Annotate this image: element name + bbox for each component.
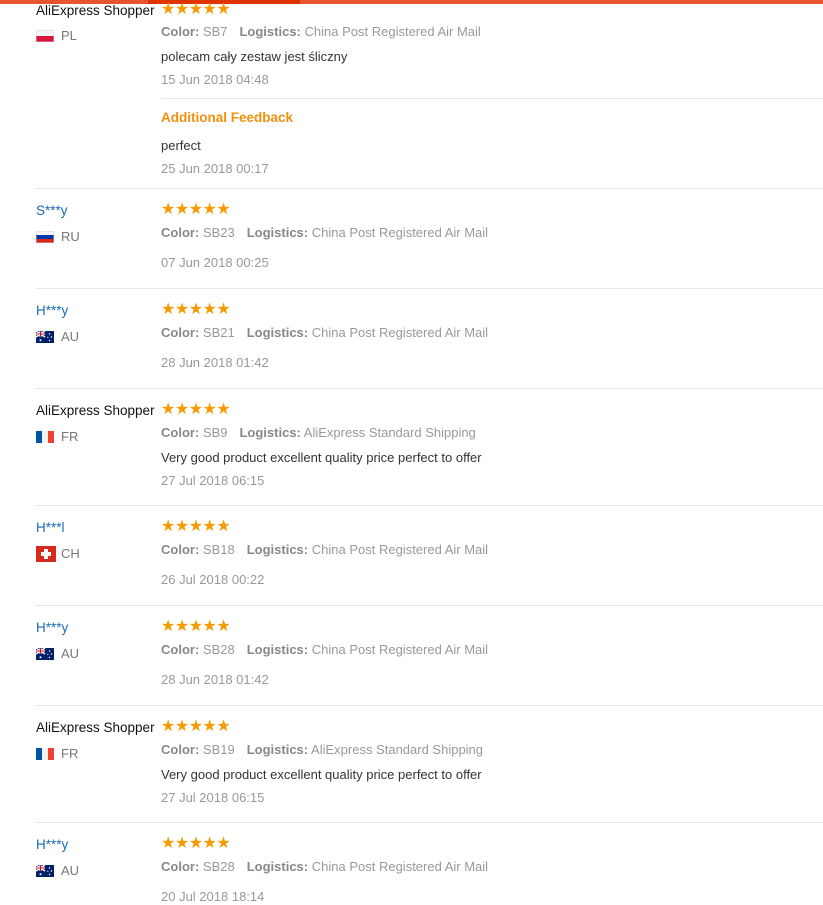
au-flag-icon — [36, 648, 54, 660]
logistics-value: China Post Registered Air Mail — [311, 225, 489, 240]
order-info: Color: SB23 Logistics: China Post Registe… — [161, 225, 489, 240]
reviewer-name[interactable]: H***y — [36, 620, 68, 636]
review-date: 27 Jul 2018 06:15 — [161, 473, 265, 488]
feedback-divider — [161, 98, 823, 99]
order-info: Color: SB19 Logistics: AliExpress Standar… — [161, 742, 484, 757]
review-text: Very good product excellent quality pric… — [161, 767, 482, 782]
star-rating: ★★★★★ — [161, 401, 231, 418]
logistics-value: China Post Registered Air Mail — [311, 859, 489, 874]
order-info: Color: SB28 Logistics: China Post Registe… — [161, 642, 489, 657]
order-info: Color: SB7 Logistics: China Post Register… — [161, 24, 481, 39]
fr-flag-icon — [36, 431, 54, 443]
review-item: AliExpress Shopper ★★★★★ FR Color: SB19 L… — [0, 706, 823, 823]
star-rating: ★★★★★ — [161, 718, 231, 735]
star-rating: ★★★★★ — [161, 201, 231, 218]
reviewer-name[interactable]: H***y — [36, 303, 68, 319]
country-code: PL — [61, 28, 77, 43]
color-value: SB9 — [202, 425, 228, 440]
star-rating: ★★★★★ — [161, 518, 231, 535]
country-code: AU — [61, 863, 80, 878]
color-value: SB23 — [202, 225, 235, 240]
star-rating: ★★★★★ — [161, 618, 231, 635]
order-info: Color: SB21 Logistics: China Post Registe… — [161, 325, 489, 340]
review-text: Very good product excellent quality pric… — [161, 450, 482, 465]
review-date: 15 Jun 2018 04:48 — [161, 72, 269, 87]
review-date: 28 Jun 2018 01:42 — [161, 355, 269, 370]
reviewer-name[interactable]: H***y — [36, 837, 68, 853]
review-date: 28 Jun 2018 01:42 — [161, 672, 269, 687]
logistics-value: AliExpress Standard Shipping — [303, 425, 476, 440]
logistics-value: AliExpress Standard Shipping — [311, 742, 484, 757]
star-rating: ★★★★★ — [161, 835, 231, 852]
review-item: AliExpress Shopper ★★★★★ PL Color: SB7 Lo… — [0, 0, 823, 189]
review-item: H***y ★★★★★ AU Color: SB28 Logistics: Chi… — [0, 606, 823, 706]
review-date: 27 Jul 2018 06:15 — [161, 790, 265, 805]
au-flag-icon — [36, 331, 54, 343]
review-text: polecam cały zestaw jest śliczny — [161, 49, 348, 64]
review-item: AliExpress Shopper ★★★★★ FR Color: SB9 Lo… — [0, 389, 823, 506]
fr-flag-icon — [36, 748, 54, 760]
country-code: CH — [61, 546, 80, 561]
color-value: SB28 — [202, 859, 235, 874]
color-value: SB28 — [202, 642, 235, 657]
order-info: Color: SB18 Logistics: China Post Registe… — [161, 542, 489, 557]
order-info: Color: SB9 Logistics: AliExpress Standard… — [161, 425, 476, 440]
reviewer-name[interactable]: H***l — [36, 520, 65, 536]
review-item: H***y ★★★★★ AU Color: SB21 Logistics: Chi… — [0, 289, 823, 389]
logistics-value: China Post Registered Air Mail — [304, 24, 481, 39]
country-code: AU — [61, 646, 80, 661]
additional-feedback-date: 25 Jun 2018 00:17 — [161, 161, 269, 176]
pl-flag-icon — [36, 30, 54, 42]
logistics-value: China Post Registered Air Mail — [311, 642, 489, 657]
logistics-value: China Post Registered Air Mail — [311, 542, 489, 557]
additional-feedback-text: perfect — [161, 138, 201, 153]
review-date: 07 Jun 2018 00:25 — [161, 255, 269, 270]
country-code: FR — [61, 746, 79, 761]
color-value: SB7 — [202, 24, 228, 39]
review-item: S***y ★★★★★ RU Color: SB23 Logistics: Chi… — [0, 189, 823, 289]
country-code: RU — [61, 229, 80, 244]
reviewer-name[interactable]: S***y — [36, 203, 68, 219]
reviewer-name: AliExpress Shopper — [36, 403, 155, 418]
country-code: AU — [61, 329, 80, 344]
color-value: SB21 — [202, 325, 235, 340]
color-value: SB18 — [202, 542, 235, 557]
country-code: FR — [61, 429, 79, 444]
review-item: H***l ★★★★★ CH Color: SB18 Logistics: Chi… — [0, 506, 823, 606]
review-date: 26 Jul 2018 00:22 — [161, 572, 265, 587]
ch-flag-icon — [36, 546, 56, 562]
reviewer-name: AliExpress Shopper — [36, 3, 155, 18]
reviewer-name: AliExpress Shopper — [36, 720, 155, 735]
logistics-value: China Post Registered Air Mail — [311, 325, 489, 340]
review-item: H***y ★★★★★ AU Color: SB28 Logistics: Chi… — [0, 823, 823, 904]
au-flag-icon — [36, 865, 54, 877]
ru-flag-icon — [36, 231, 54, 243]
star-rating: ★★★★★ — [161, 1, 231, 18]
additional-feedback-heading: Additional Feedback — [161, 110, 294, 125]
star-rating: ★★★★★ — [161, 301, 231, 318]
order-info: Color: SB28 Logistics: China Post Registe… — [161, 859, 489, 874]
color-value: SB19 — [202, 742, 235, 757]
